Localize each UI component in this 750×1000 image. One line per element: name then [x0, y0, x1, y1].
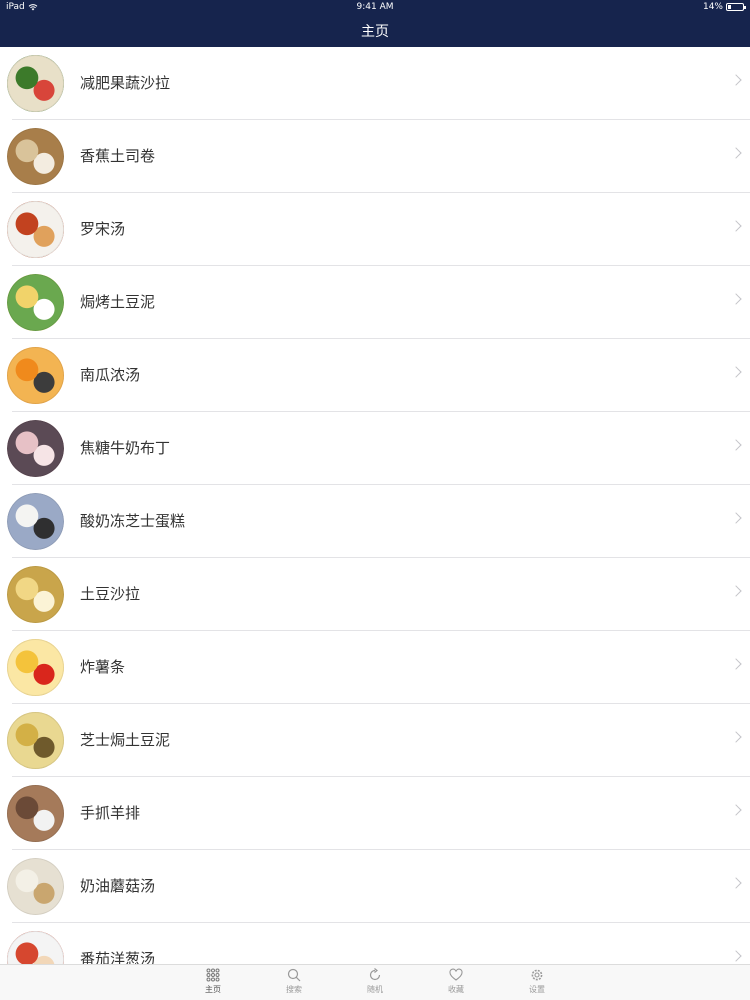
recipe-thumbnail: [7, 420, 64, 477]
recipe-thumbnail: [7, 785, 64, 842]
list-item[interactable]: 手抓羊排: [0, 777, 750, 850]
chevron-right-icon: [730, 439, 742, 451]
list-item[interactable]: 炸薯条: [0, 631, 750, 704]
list-item[interactable]: 番茄洋葱汤: [0, 923, 750, 964]
heart-icon: [426, 968, 486, 982]
navigation-bar: 主页: [0, 15, 750, 47]
recipe-name: 减肥果蔬沙拉: [80, 74, 171, 92]
list-item[interactable]: 罗宋汤: [0, 193, 750, 266]
chevron-right-icon: [730, 658, 742, 670]
recipe-name: 手抓羊排: [80, 804, 141, 822]
chevron-right-icon: [730, 366, 742, 378]
list-item[interactable]: 南瓜浓汤: [0, 339, 750, 412]
chevron-right-icon: [730, 512, 742, 524]
recipe-thumbnail: [7, 858, 64, 915]
tab-label: 设置: [529, 985, 545, 994]
battery-info: 14%: [702, 2, 746, 12]
tab-label: 搜索: [286, 985, 302, 994]
recipe-name: 芝士焗土豆泥: [80, 731, 171, 749]
chevron-right-icon: [730, 804, 742, 816]
recipe-name: 炸薯条: [80, 658, 126, 676]
recipe-thumbnail: [7, 931, 64, 964]
recipe-name: 罗宋汤: [80, 220, 126, 238]
recipe-thumbnail: [7, 493, 64, 550]
chevron-right-icon: [730, 74, 742, 86]
grid-icon: [183, 968, 243, 982]
list-item[interactable]: 焗烤土豆泥: [0, 266, 750, 339]
recipe-thumbnail: [7, 274, 64, 331]
status-time: 9:41 AM: [356, 2, 394, 12]
status-bar: iPad 9:41 AM 14%: [0, 0, 750, 15]
tab-label: 随机: [367, 985, 383, 994]
tab-gear[interactable]: 设置: [507, 968, 567, 995]
recipe-name: 焗烤土豆泥: [80, 293, 156, 311]
search-icon: [264, 968, 324, 982]
chevron-right-icon: [730, 877, 742, 889]
gear-icon: [507, 968, 567, 982]
tab-search[interactable]: 搜索: [264, 968, 324, 995]
recipe-name: 奶油蘑菇汤: [80, 877, 156, 895]
chevron-right-icon: [730, 731, 742, 743]
tab-label: 主页: [205, 985, 221, 994]
list-item[interactable]: 减肥果蔬沙拉: [0, 47, 750, 120]
chevron-right-icon: [730, 293, 742, 305]
recipe-thumbnail: [7, 347, 64, 404]
list-item[interactable]: 香蕉土司卷: [0, 120, 750, 193]
refresh-icon: [345, 968, 405, 982]
tab-label: 收藏: [448, 985, 464, 994]
chevron-right-icon: [730, 220, 742, 232]
chevron-right-icon: [730, 147, 742, 159]
recipe-name: 番茄洋葱汤: [80, 950, 156, 964]
battery-percent: 14%: [702, 2, 723, 12]
list-item[interactable]: 焦糖牛奶布丁: [0, 412, 750, 485]
list-item[interactable]: 酸奶冻芝士蛋糕: [0, 485, 750, 558]
tab-bar: 主页 搜索 随机 收藏 设置: [0, 964, 750, 1000]
tab-grid[interactable]: 主页: [183, 968, 243, 995]
recipe-thumbnail: [7, 639, 64, 696]
recipe-name: 土豆沙拉: [80, 585, 141, 603]
recipe-name: 酸奶冻芝士蛋糕: [80, 512, 186, 530]
chevron-right-icon: [730, 950, 742, 962]
recipe-name: 香蕉土司卷: [80, 147, 156, 165]
list-item[interactable]: 土豆沙拉: [0, 558, 750, 631]
chevron-right-icon: [730, 585, 742, 597]
list-item[interactable]: 奶油蘑菇汤: [0, 850, 750, 923]
battery-icon: [726, 3, 746, 11]
recipe-name: 南瓜浓汤: [80, 366, 141, 384]
recipe-thumbnail: [7, 55, 64, 112]
recipe-thumbnail: [7, 566, 64, 623]
tab-heart[interactable]: 收藏: [426, 968, 486, 995]
recipe-thumbnail: [7, 128, 64, 185]
page-title: 主页: [361, 24, 389, 40]
recipe-list[interactable]: 减肥果蔬沙拉 香蕉土司卷罗宋汤焗烤土豆泥南瓜浓汤焦糖牛奶布丁 酸奶冻芝士蛋糕 土豆沙拉…: [0, 47, 750, 964]
recipe-thumbnail: [7, 712, 64, 769]
list-item[interactable]: 芝士焗土豆泥: [0, 704, 750, 777]
recipe-name: 焦糖牛奶布丁: [80, 439, 171, 457]
recipe-thumbnail: [7, 201, 64, 258]
tab-refresh[interactable]: 随机: [345, 968, 405, 995]
